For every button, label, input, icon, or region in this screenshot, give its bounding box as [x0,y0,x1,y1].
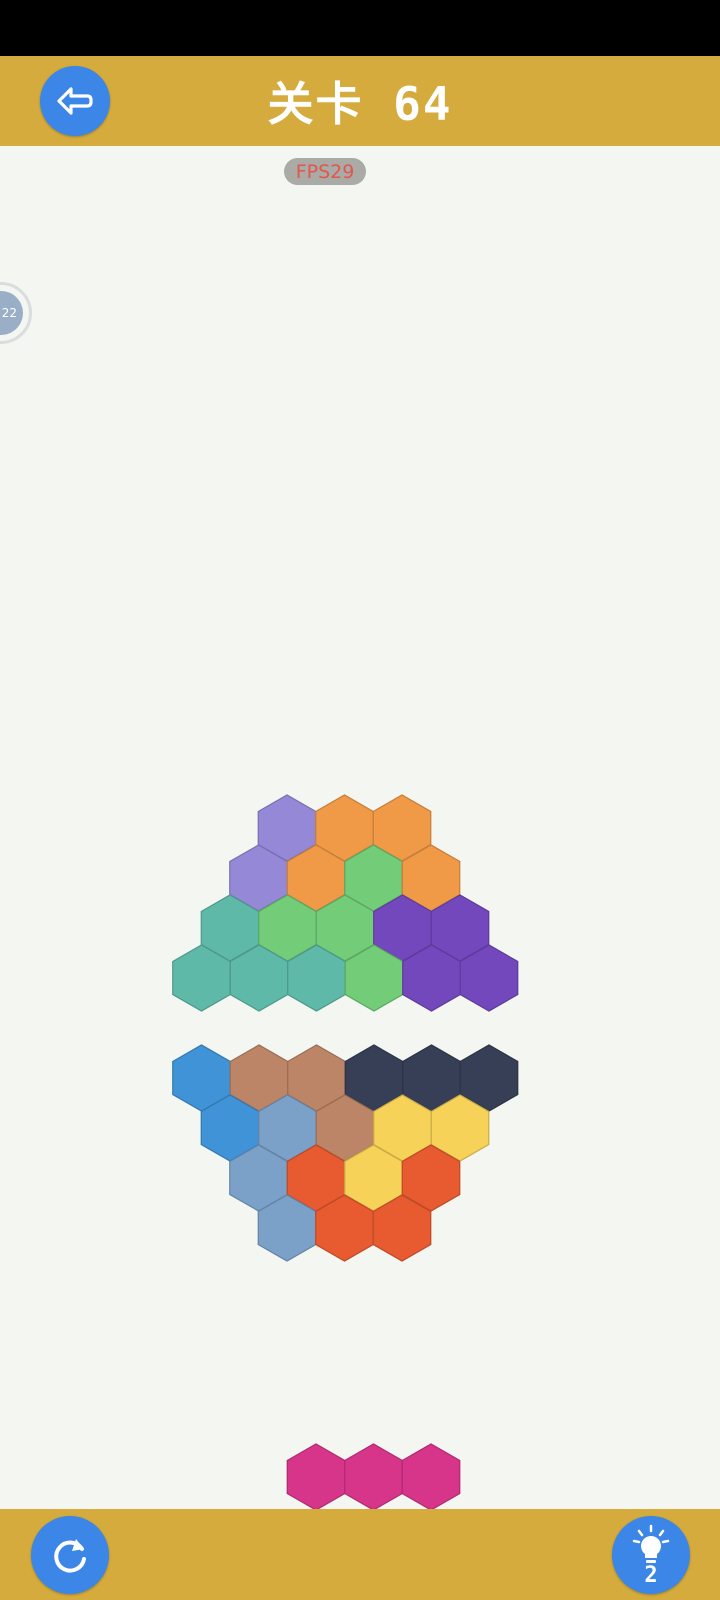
reset-button[interactable] [31,1516,109,1594]
refresh-icon [54,1539,86,1573]
tray-piece-hex-1[interactable] [344,1443,403,1511]
lightbulb-icon [632,1524,670,1563]
tray-piece-hex-2[interactable] [401,1443,461,1511]
hint-button[interactable]: 2 [612,1516,690,1594]
hint-count: 2 [644,1563,658,1588]
footer-bar: 2 [0,1509,720,1600]
tray-piece-hex-0[interactable] [286,1443,346,1511]
game-board [172,794,519,1511]
